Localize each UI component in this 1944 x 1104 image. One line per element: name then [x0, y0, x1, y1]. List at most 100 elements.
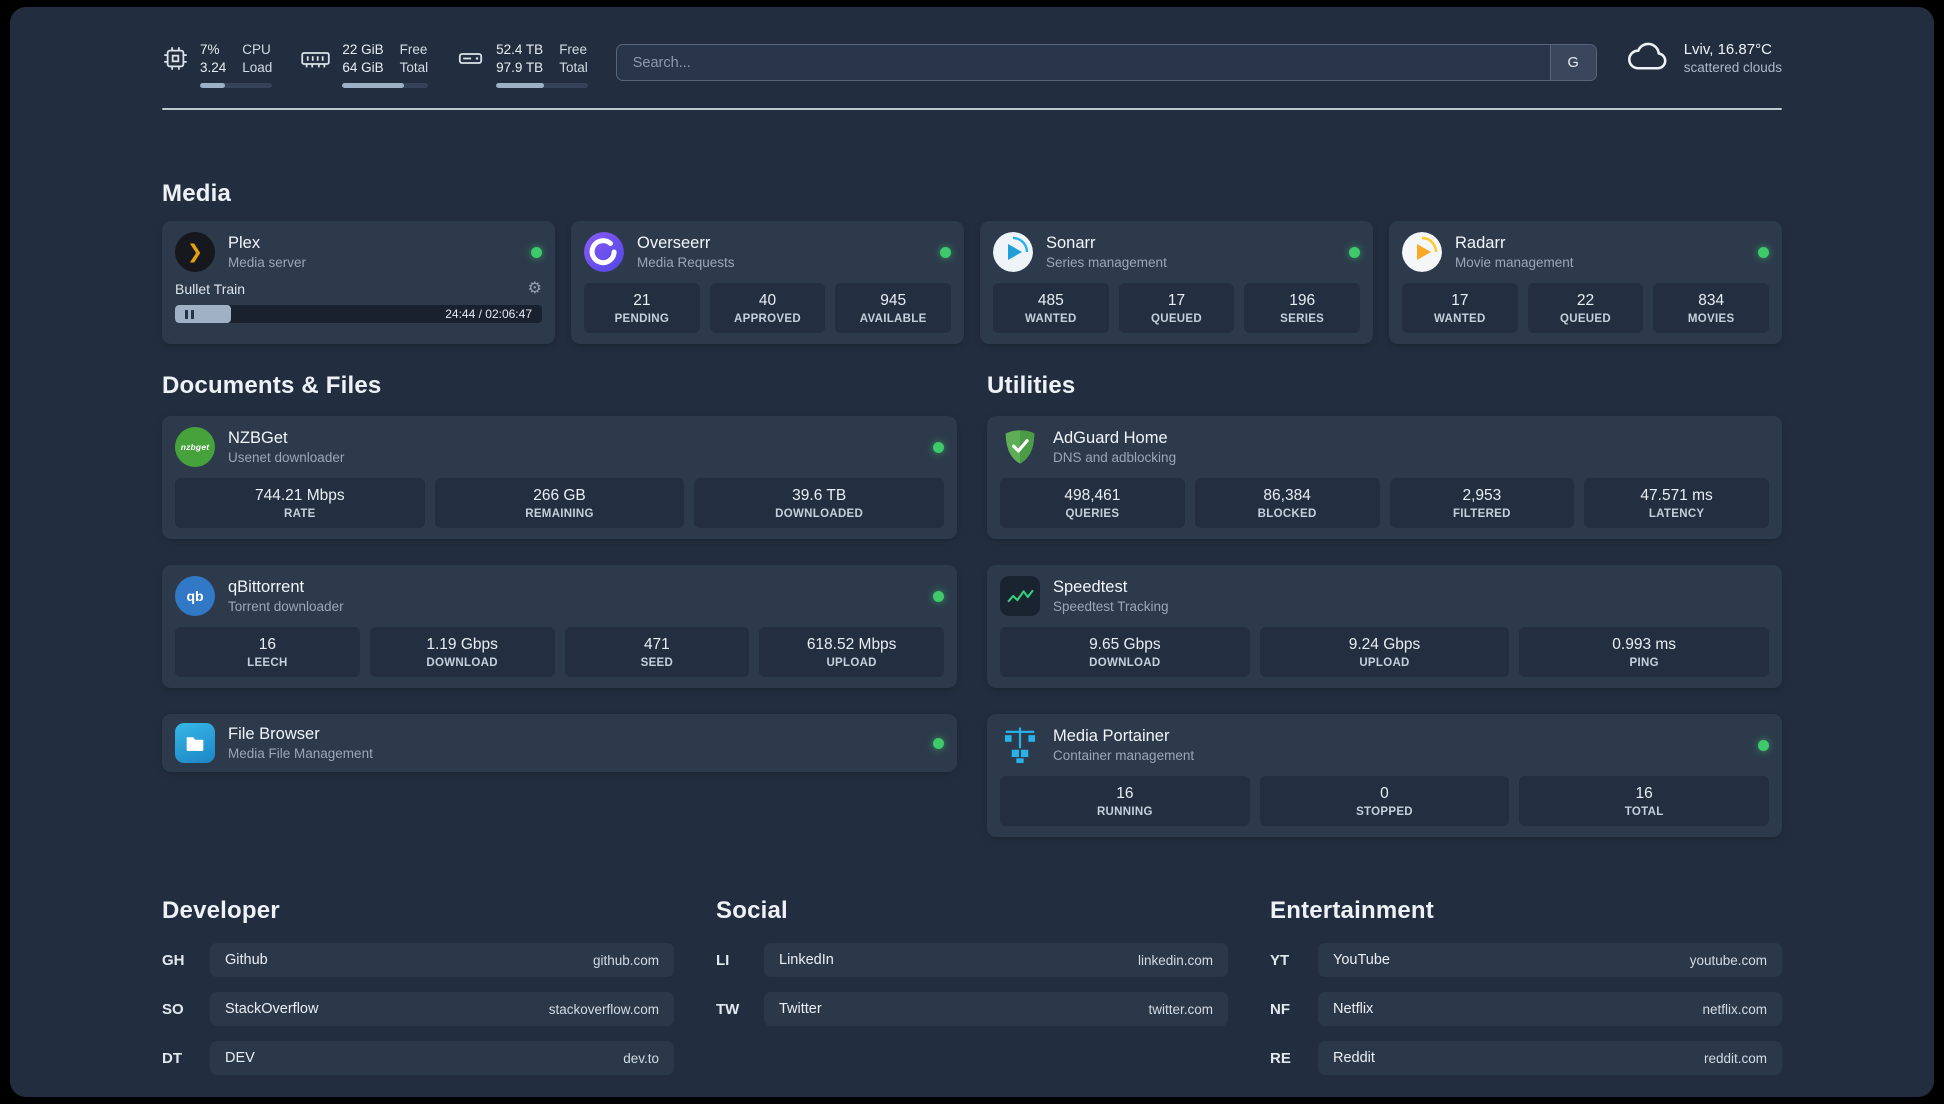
app-subtitle: Container management — [1053, 748, 1195, 764]
app-card-qbittorrent[interactable]: qb qBittorrent Torrent downloader 16 LEEC… — [162, 565, 957, 689]
disk-total-value: 97.9 TB — [496, 60, 544, 76]
ram-free-value: 22 GiB — [342, 42, 384, 57]
app-card-nzbget[interactable]: nzbget NZBGet Usenet downloader 744.21 M… — [162, 416, 957, 540]
bookmark-link[interactable]: Reddit reddit.com — [1318, 1041, 1782, 1076]
status-dot — [940, 246, 951, 258]
app-subtitle: Media File Management — [228, 746, 373, 762]
app-name: Radarr — [1455, 234, 1506, 253]
dashboard-panel: 7% CPU 3.24 Load 22 GiB Free 64 GiB Tota… — [10, 7, 1934, 1097]
section-title-developer: Developer — [162, 897, 280, 925]
app-name: File Browser — [228, 725, 320, 744]
top-bar: 7% CPU 3.24 Load 22 GiB Free 64 GiB Tota… — [162, 7, 1782, 89]
section-title-documents: Documents & Files — [162, 372, 382, 400]
bookmark-link[interactable]: Netflix netflix.com — [1318, 992, 1782, 1027]
status-dot — [531, 246, 542, 258]
bookmark-github: GH Github github.com — [162, 943, 674, 978]
playback-progress-bar[interactable]: 24:44 / 02:06:47 — [175, 305, 542, 324]
ram-icon — [301, 52, 330, 68]
utilities-section: Utilities AdGuard Home DNS and adblockin… — [987, 372, 1782, 838]
app-name: NZBGet — [228, 429, 288, 448]
ram-usage-bar — [342, 83, 429, 89]
app-subtitle: Series management — [1046, 255, 1167, 271]
speedtest-icon — [1000, 576, 1040, 617]
stat-download: 9.65 Gbps DOWNLOAD — [1000, 627, 1250, 678]
bookmark-stackoverflow: SO StackOverflow stackoverflow.com — [162, 992, 674, 1027]
bookmark-link[interactable]: Twitter twitter.com — [764, 992, 1228, 1027]
app-name: Speedtest — [1053, 578, 1128, 597]
app-name: Overseerr — [637, 234, 711, 253]
now-playing-title: Bullet Train — [175, 281, 246, 298]
bookmark-abbr: RE — [1270, 1049, 1291, 1067]
bookmarks-developer: Developer GH Github github.com SO StackO… — [162, 897, 674, 1090]
header-divider — [162, 108, 1782, 111]
stat-wanted: 485 WANTED — [993, 283, 1109, 334]
stat-queries: 498,461 QUERIES — [1000, 478, 1185, 529]
status-dot — [933, 737, 944, 749]
bookmark-abbr: GH — [162, 951, 185, 969]
stat-pending: 21 PENDING — [584, 283, 700, 334]
app-subtitle: Torrent downloader — [228, 599, 344, 615]
bookmarks-entertainment: Entertainment YT YouTube youtube.com NF … — [1270, 897, 1782, 1090]
search-engine-button[interactable]: G — [1549, 45, 1596, 80]
app-card-radarr[interactable]: Radarr Movie management 17 WANTED 22 QUEUE… — [1389, 221, 1782, 345]
app-subtitle: Media Requests — [637, 255, 735, 271]
stat-movies: 834 MOVIES — [1653, 283, 1769, 334]
weather-condition: scattered clouds — [1683, 60, 1782, 75]
cpu-icon — [164, 47, 187, 70]
stat-ping: 0.993 ms PING — [1519, 627, 1769, 678]
qbittorrent-icon: qb — [175, 576, 215, 617]
section-title-utilities: Utilities — [987, 372, 1076, 400]
app-card-adguard[interactable]: AdGuard Home DNS and adblocking 498,461 Q… — [987, 416, 1782, 540]
pause-icon[interactable] — [185, 309, 194, 319]
bookmark-reddit: RE Reddit reddit.com — [1270, 1041, 1782, 1076]
gear-icon[interactable]: ⚙ — [528, 281, 542, 297]
status-dot — [1349, 246, 1360, 258]
app-card-sonarr[interactable]: Sonarr Series management 485 WANTED 17 QUE… — [980, 221, 1373, 345]
nzbget-icon: nzbget — [175, 427, 215, 468]
bookmark-link[interactable]: StackOverflow stackoverflow.com — [210, 992, 674, 1027]
search-bar: G — [615, 44, 1597, 81]
playback-time: 24:44 / 02:06:47 — [445, 307, 532, 322]
app-subtitle: Speedtest Tracking — [1053, 599, 1169, 615]
stat-leech: 16 LEECH — [175, 627, 360, 678]
section-title-social: Social — [716, 897, 788, 925]
plex-icon: ❯ — [175, 232, 215, 273]
stat-download: 1.19 Gbps DOWNLOAD — [369, 627, 555, 678]
bookmark-link[interactable]: DEV dev.to — [210, 1041, 674, 1076]
stat-remaining: 266 GB REMAINING — [434, 478, 685, 529]
app-subtitle: Usenet downloader — [228, 450, 345, 466]
cpu-widget: 7% CPU 3.24 Load — [162, 41, 273, 89]
bookmark-abbr: YT — [1270, 951, 1290, 969]
app-subtitle: Media server — [228, 255, 307, 271]
bookmark-netflix: NF Netflix netflix.com — [1270, 992, 1782, 1027]
app-card-filebrowser[interactable]: File Browser Media File Management — [162, 714, 957, 773]
cpu-usage-bar — [200, 83, 273, 89]
stat-latency: 47.571 ms LATENCY — [1584, 478, 1769, 529]
app-card-overseerr[interactable]: Overseerr Media Requests 21 PENDING 40 APP… — [571, 221, 964, 345]
search-input[interactable] — [616, 45, 1550, 80]
ram-total-value: 64 GiB — [342, 60, 384, 76]
overseerr-icon — [584, 232, 624, 273]
bookmark-link[interactable]: Github github.com — [210, 943, 674, 978]
cpu-label: CPU — [242, 42, 271, 57]
stat-downloaded: 39.6 TB DOWNLOADED — [694, 478, 944, 529]
documents-section: Documents & Files nzbget NZBGet Usenet d… — [162, 372, 957, 837]
stat-upload: 9.24 Gbps UPLOAD — [1259, 627, 1510, 678]
stat-running: 16 RUNNING — [1000, 776, 1250, 827]
bookmark-link[interactable]: LinkedIn linkedin.com — [764, 943, 1228, 978]
cpu-load-label: Load — [242, 60, 273, 76]
weather-widget: Lviv, 16.87°C scattered clouds — [1625, 41, 1782, 75]
app-card-portainer[interactable]: Media Portainer Container management 16 R… — [987, 714, 1782, 838]
bookmark-abbr: LI — [716, 951, 730, 969]
section-title-media: Media — [162, 180, 232, 208]
app-card-plex[interactable]: ❯ Plex Media server Bullet Train ⚙ 24:44… — [162, 221, 555, 345]
bookmarks-section: Developer GH Github github.com SO StackO… — [162, 897, 1782, 1090]
plex-now-playing: Bullet Train ⚙ 24:44 / 02:06:47 — [175, 281, 542, 324]
stat-total: 16 TOTAL — [1519, 776, 1769, 827]
bookmark-link[interactable]: YouTube youtube.com — [1318, 943, 1782, 978]
app-name: Sonarr — [1046, 234, 1096, 253]
status-dot — [1758, 246, 1769, 258]
app-card-speedtest[interactable]: Speedtest Speedtest Tracking 9.65 Gbps DO… — [987, 565, 1782, 689]
cpu-usage-value: 7% — [200, 42, 220, 57]
app-name: qBittorrent — [228, 578, 305, 597]
